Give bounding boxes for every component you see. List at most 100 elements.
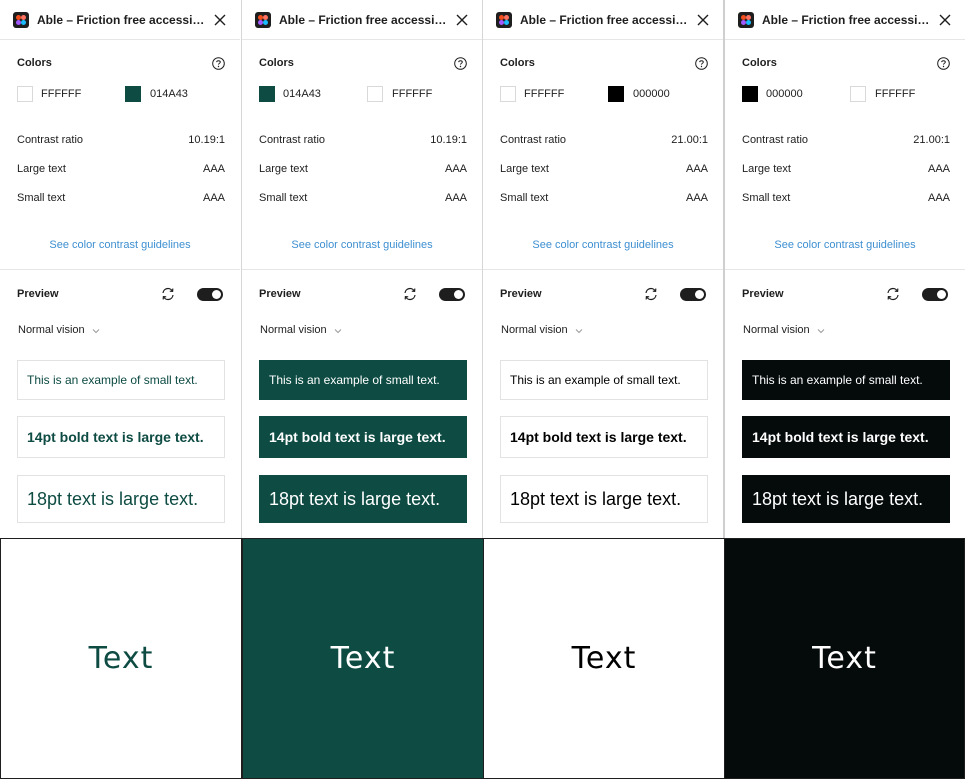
help-circle-icon[interactable] bbox=[695, 57, 708, 70]
small-text-rating: AAA bbox=[202, 192, 225, 204]
large-text-label: Large text bbox=[500, 163, 549, 175]
large-text-preview: 18pt text is large text. bbox=[742, 475, 950, 523]
colors-heading: Colors bbox=[500, 57, 535, 69]
foreground-hex-value[interactable]: 000000 bbox=[766, 88, 803, 100]
background-hex-value[interactable]: FFFFFF bbox=[875, 88, 915, 100]
title-bar: Able – Friction free accessibility bbox=[242, 0, 482, 40]
contrast-guidelines-link[interactable]: See color contrast guidelines bbox=[483, 239, 723, 251]
foreground-color-swatch[interactable] bbox=[259, 86, 275, 102]
panel-divider bbox=[723, 0, 725, 538]
title-bar: Able – Friction free accessibility bbox=[725, 0, 965, 40]
close-icon[interactable] bbox=[455, 13, 469, 27]
title-bar: Able – Friction free accessibility bbox=[483, 0, 723, 40]
section-divider bbox=[242, 269, 482, 270]
vision-dropdown[interactable]: Normal vision bbox=[501, 324, 568, 336]
text-sample-tile: Text bbox=[483, 538, 725, 779]
large-text-preview: 18pt text is large text. bbox=[500, 475, 708, 523]
large-text-preview: 18pt text is large text. bbox=[17, 475, 225, 523]
vision-dropdown[interactable]: Normal vision bbox=[743, 324, 810, 336]
contrast-ratio-label: Contrast ratio bbox=[17, 134, 84, 146]
foreground-color-swatch[interactable] bbox=[17, 86, 33, 102]
plugin-panel: Able – Friction free accessibility Color… bbox=[725, 0, 965, 538]
background-color-swatch[interactable] bbox=[367, 86, 383, 102]
refresh-icon[interactable] bbox=[643, 286, 659, 302]
panel-divider bbox=[241, 0, 242, 538]
foreground-hex-value[interactable]: FFFFFF bbox=[524, 88, 564, 100]
close-icon[interactable] bbox=[696, 13, 710, 27]
sample-text: Text bbox=[330, 641, 396, 676]
help-circle-icon[interactable] bbox=[454, 57, 467, 70]
window-title: Able – Friction free accessibility bbox=[279, 13, 451, 27]
small-text-preview: This is an example of small text. bbox=[742, 360, 950, 400]
preview-toggle[interactable] bbox=[680, 288, 706, 301]
small-text-preview: This is an example of small text. bbox=[500, 360, 708, 400]
foreground-color-swatch[interactable] bbox=[742, 86, 758, 102]
large-text-rating: AAA bbox=[202, 163, 225, 175]
vision-dropdown[interactable]: Normal vision bbox=[260, 324, 327, 336]
colors-heading: Colors bbox=[17, 57, 52, 69]
small-text-rating: AAA bbox=[927, 192, 950, 204]
refresh-icon[interactable] bbox=[402, 286, 418, 302]
refresh-icon[interactable] bbox=[160, 286, 176, 302]
chevron-down-icon[interactable] bbox=[575, 328, 583, 334]
contrast-guidelines-link[interactable]: See color contrast guidelines bbox=[725, 239, 965, 251]
sample-text: Text bbox=[571, 641, 637, 676]
vision-dropdown[interactable]: Normal vision bbox=[18, 324, 85, 336]
foreground-hex-value[interactable]: 014A43 bbox=[283, 88, 321, 100]
preview-toggle[interactable] bbox=[922, 288, 948, 301]
section-divider bbox=[0, 269, 240, 270]
small-text-label: Small text bbox=[17, 192, 66, 204]
background-hex-value[interactable]: 000000 bbox=[633, 88, 670, 100]
section-divider bbox=[725, 269, 965, 270]
colors-heading: Colors bbox=[742, 57, 777, 69]
close-icon[interactable] bbox=[213, 13, 227, 27]
contrast-guidelines-link[interactable]: See color contrast guidelines bbox=[0, 239, 240, 251]
background-hex-value[interactable]: 014A43 bbox=[150, 88, 188, 100]
close-icon[interactable] bbox=[938, 13, 952, 27]
refresh-icon[interactable] bbox=[885, 286, 901, 302]
contrast-ratio-value: 10.19:1 bbox=[430, 134, 467, 146]
small-text-rating: AAA bbox=[444, 192, 467, 204]
preview-heading: Preview bbox=[500, 288, 542, 300]
preview-toggle[interactable] bbox=[197, 288, 223, 301]
window-title: Able – Friction free accessibility bbox=[762, 13, 934, 27]
small-text-preview: This is an example of small text. bbox=[17, 360, 225, 400]
large-text-rating: AAA bbox=[927, 163, 950, 175]
chevron-down-icon[interactable] bbox=[334, 328, 342, 334]
background-hex-value[interactable]: FFFFFF bbox=[392, 88, 432, 100]
figma-app-icon bbox=[255, 12, 271, 28]
chevron-down-icon[interactable] bbox=[817, 328, 825, 334]
foreground-color-swatch[interactable] bbox=[500, 86, 516, 102]
contrast-ratio-value: 21.00:1 bbox=[671, 134, 708, 146]
plugin-panel: Able – Friction free accessibility Color… bbox=[242, 0, 482, 538]
contrast-ratio-label: Contrast ratio bbox=[742, 134, 809, 146]
background-color-swatch[interactable] bbox=[125, 86, 141, 102]
contrast-guidelines-link[interactable]: See color contrast guidelines bbox=[242, 239, 482, 251]
background-color-swatch[interactable] bbox=[850, 86, 866, 102]
small-text-label: Small text bbox=[742, 192, 791, 204]
small-text-rating: AAA bbox=[685, 192, 708, 204]
contrast-ratio-label: Contrast ratio bbox=[500, 134, 567, 146]
bold-large-text-preview: 14pt bold text is large text. bbox=[742, 416, 950, 458]
figma-app-icon bbox=[496, 12, 512, 28]
help-circle-icon[interactable] bbox=[937, 57, 950, 70]
large-text-label: Large text bbox=[742, 163, 791, 175]
bold-large-text-preview: 14pt bold text is large text. bbox=[500, 416, 708, 458]
background-color-swatch[interactable] bbox=[608, 86, 624, 102]
section-divider bbox=[483, 269, 723, 270]
large-text-rating: AAA bbox=[685, 163, 708, 175]
small-text-preview: This is an example of small text. bbox=[259, 360, 467, 400]
large-text-label: Large text bbox=[17, 163, 66, 175]
preview-toggle[interactable] bbox=[439, 288, 465, 301]
large-text-rating: AAA bbox=[444, 163, 467, 175]
sample-text: Text bbox=[88, 641, 154, 676]
small-text-label: Small text bbox=[500, 192, 549, 204]
help-circle-icon[interactable] bbox=[212, 57, 225, 70]
chevron-down-icon[interactable] bbox=[92, 328, 100, 334]
window-title: Able – Friction free accessibility bbox=[37, 13, 209, 27]
plugin-panel: Able – Friction free accessibility Color… bbox=[483, 0, 723, 538]
contrast-ratio-value: 21.00:1 bbox=[913, 134, 950, 146]
text-sample-tile: Text bbox=[0, 538, 242, 779]
foreground-hex-value[interactable]: FFFFFF bbox=[41, 88, 81, 100]
bold-large-text-preview: 14pt bold text is large text. bbox=[259, 416, 467, 458]
